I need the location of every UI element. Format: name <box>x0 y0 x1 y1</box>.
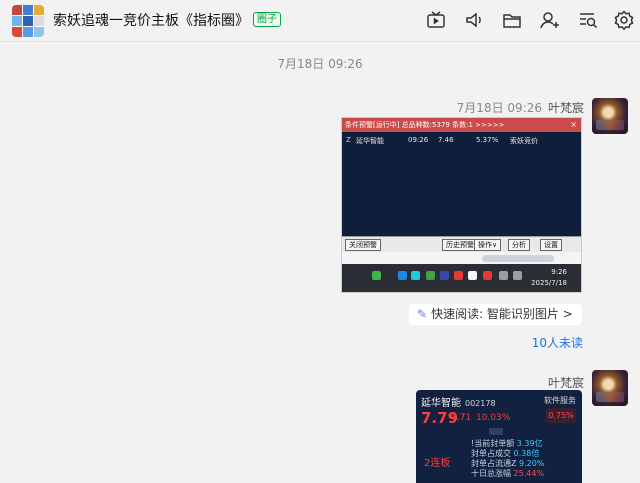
sender-name: 叶梵宸 <box>547 376 584 390</box>
taskbar-clock: 9:26 2025/7/18 <box>531 267 567 289</box>
screenshot-strip <box>342 252 581 264</box>
taskbar-time: 9:26 <box>551 268 567 276</box>
group-title: 索妖追魂一竞价主板《指标圈》 <box>53 13 249 29</box>
alert-time: 09:26 <box>408 136 429 144</box>
stat-label: 十日总涨幅 <box>471 469 511 478</box>
settings-button: 设置 <box>540 239 562 251</box>
operation-button: 操作∨ <box>474 239 502 251</box>
alert-price: 7.46 <box>438 136 454 144</box>
network-icon <box>499 271 508 280</box>
stat-label: 封单占流通Z <box>471 459 517 468</box>
card-tab-indicator <box>489 428 503 435</box>
message-time: 7月18日 09:26 <box>456 101 542 115</box>
screenshot-message-image[interactable]: 条件预警[运行中] 总品种数:5379 条数:1 >>>>> × Z 延华智能 … <box>341 117 582 293</box>
stat-row: 封单占成交 0.38倍 <box>471 449 544 459</box>
wechat-icon <box>426 271 435 280</box>
close-icon: × <box>570 120 577 129</box>
unread-count-link[interactable]: 10人未读 <box>532 334 583 351</box>
app-icon <box>411 271 420 280</box>
close-warning-button: 关闭预警 <box>345 239 381 251</box>
add-user-icon[interactable] <box>539 9 561 31</box>
search-list-icon[interactable] <box>577 9 599 31</box>
taskbar-date: 2025/7/18 <box>531 279 567 287</box>
stat-label: !当前封单额 <box>471 439 515 448</box>
app-icon <box>454 271 463 280</box>
stat-label: 封单占成交 <box>471 449 511 458</box>
volume-icon <box>513 271 522 280</box>
stock-card-message[interactable]: 延华智能 002178 软件服务 7.79 0.71 10.03% 0.75% 2… <box>416 390 582 483</box>
app-icon <box>483 271 492 280</box>
message-meta: 叶梵宸 <box>542 374 584 391</box>
stock-name: 延华智能 002178 <box>421 394 496 409</box>
sender-avatar[interactable] <box>592 370 628 406</box>
screenshot-search-bar <box>482 255 554 262</box>
stat-value: 0.38倍 <box>513 449 540 458</box>
gear-icon[interactable] <box>613 9 635 31</box>
sender-avatar[interactable] <box>592 98 628 134</box>
quick-read-button[interactable]: ✎ 快速阅读: 智能识别图片 > <box>409 304 582 325</box>
stat-row: 封单占流通Z 9.20% <box>471 459 544 469</box>
alert-pct: 5.37% <box>476 136 499 144</box>
alert-stock-name: 延华智能 <box>356 137 384 145</box>
stock-change-pct: 10.03% <box>476 413 511 423</box>
quick-read-label: 快速阅读: 智能识别图片 > <box>431 307 573 321</box>
stock-code: 002178 <box>465 399 496 408</box>
stat-row: 十日总涨幅 25.44% <box>471 469 544 479</box>
folder-icon[interactable] <box>501 9 523 31</box>
alert-rule: 索妖竞价 <box>510 137 538 145</box>
consecutive-limit-badge: 2连板 <box>424 458 451 469</box>
stock-stats: !当前封单额 3.39亿 封单占成交 0.38倍 封单占流通Z 9.20% 十日… <box>471 439 544 479</box>
stat-value: 3.39亿 <box>516 439 543 448</box>
analyze-button: 分析 <box>508 239 530 251</box>
alert-marker: Z <box>346 136 351 144</box>
stat-value: 9.20% <box>519 459 545 468</box>
app-icon <box>468 271 477 280</box>
group-avatar[interactable] <box>12 5 44 37</box>
app-icon <box>440 271 449 280</box>
chat-header: 索妖追魂一竞价主板《指标圈》 圈子 <box>0 0 640 42</box>
stock-name-text: 延华智能 <box>421 398 461 409</box>
alert-window-titlebar: 条件预警[运行中] 总品种数:5379 条数:1 >>>>> × <box>342 118 581 132</box>
alert-button-bar: 关闭预警 历史预警 操作∨ 分析 设置 <box>342 236 581 252</box>
stat-value: 25.44% <box>513 469 545 478</box>
stock-box-value: 0.75% <box>546 408 576 423</box>
message-meta: 7月18日 09:26 叶梵宸 <box>457 99 584 116</box>
group-badge: 圈子 <box>253 12 281 27</box>
app-icon <box>372 271 381 280</box>
app-icon <box>398 271 407 280</box>
stock-sector: 软件服务 <box>544 396 576 405</box>
stat-row: !当前封单额 3.39亿 <box>471 439 544 449</box>
sparkle-icon: ✎ <box>417 307 428 321</box>
stock-change: 0.71 <box>451 413 472 423</box>
screenshot-taskbar: 9:26 2025/7/18 <box>342 264 581 292</box>
history-warning-button: 历史预警 <box>442 239 478 251</box>
sender-name: 叶梵宸 <box>547 101 584 115</box>
alert-list: Z 延华智能 09:26 7.46 5.37% 索妖竞价 <box>342 132 581 236</box>
speaker-icon[interactable] <box>463 9 485 31</box>
alert-window-title: 条件预警[运行中] 总品种数:5379 条数:1 >>>>> <box>345 121 505 129</box>
tv-icon[interactable] <box>425 9 447 31</box>
chat-date-separator: 7月18日 09:26 <box>277 57 363 71</box>
